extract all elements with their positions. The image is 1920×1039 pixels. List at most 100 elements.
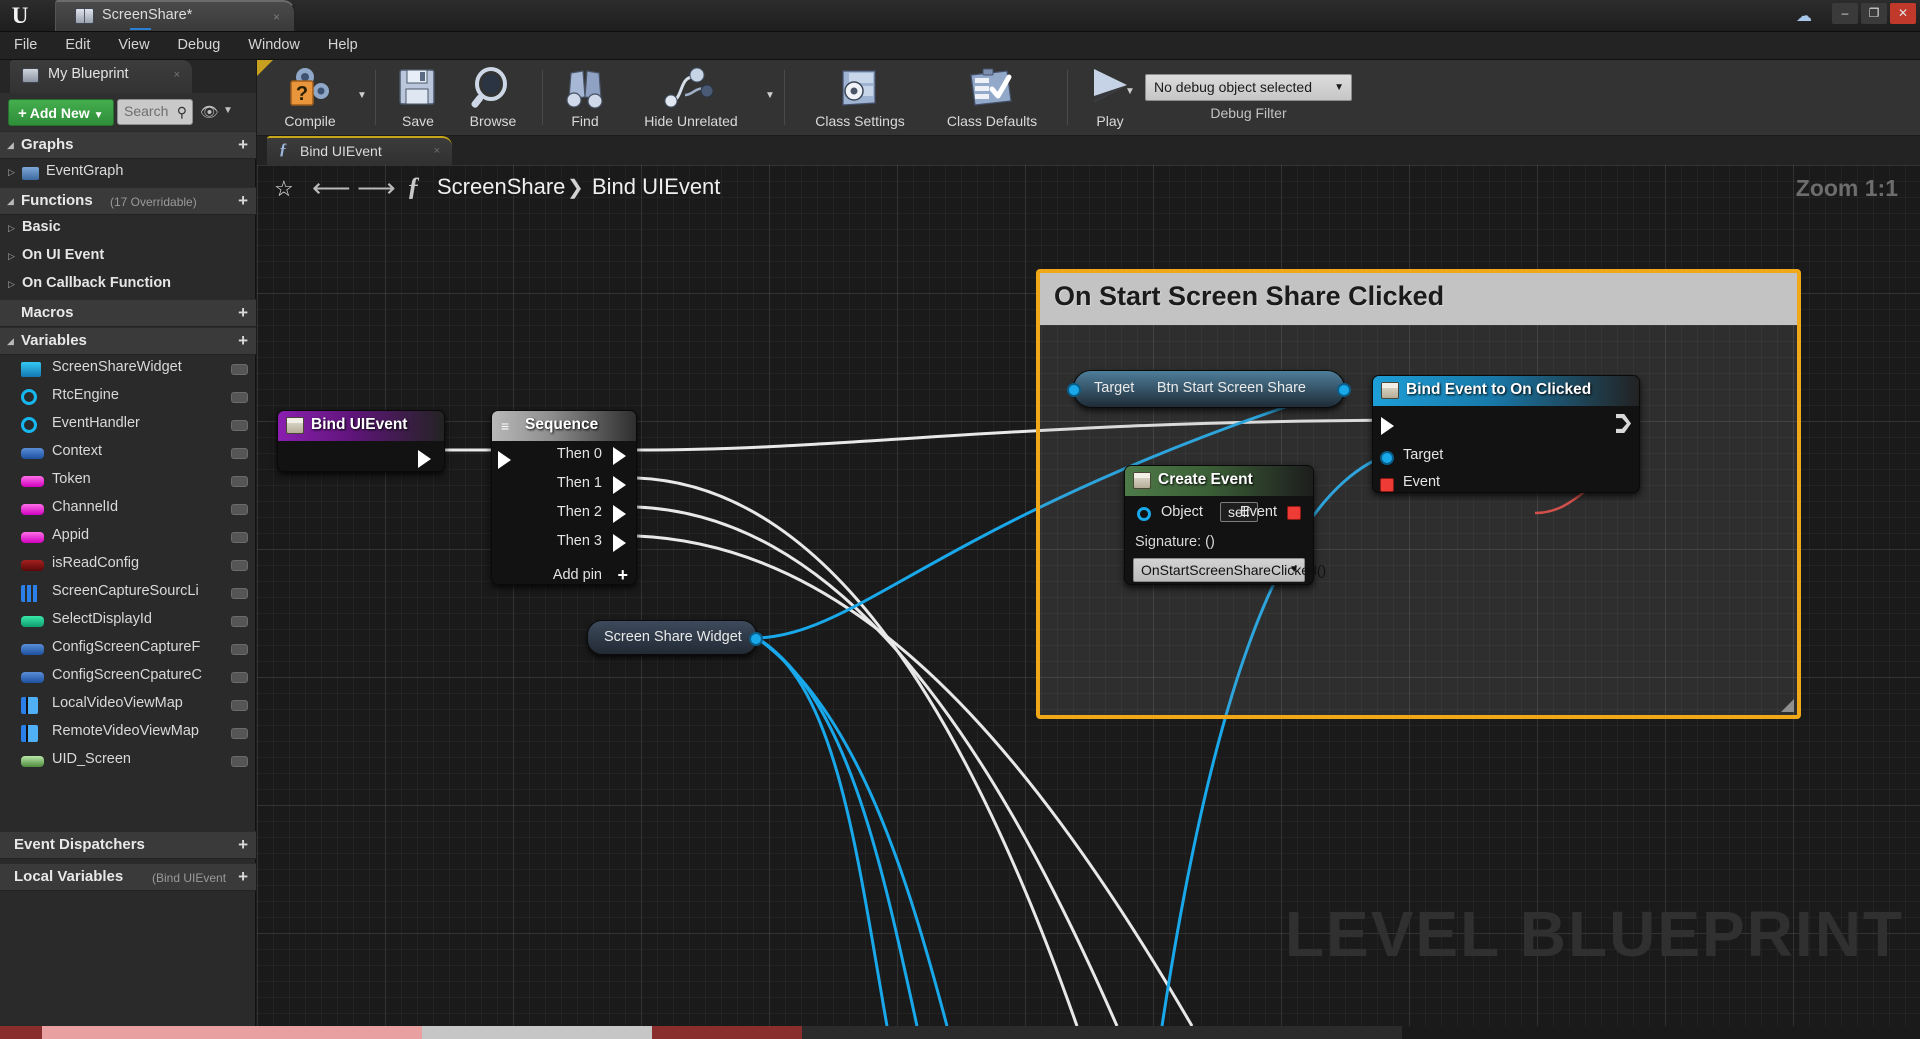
input-exec-pin[interactable] [498,451,511,469]
save-button[interactable]: Save [385,62,451,134]
search-input[interactable]: Search ⚲ [117,99,193,125]
variable-row-appid[interactable]: Appid [0,523,256,551]
add-pin-label[interactable]: Add pin [553,567,602,583]
output-exec-pin-then-3[interactable] [613,534,626,552]
section-header-event-dispatchers[interactable]: Event Dispatchers + [0,831,256,859]
output-exec-pin[interactable] [418,450,431,468]
variable-row-localvideoviewmap[interactable]: LocalVideoViewMap [0,691,256,719]
output-exec-pin[interactable] [1616,414,1631,433]
input-target-pin[interactable] [1380,451,1394,465]
section-header-variables[interactable]: ◢ Variables + [0,327,256,355]
add-local-variable-button[interactable]: + [238,867,248,887]
collapse-arrow-icon[interactable]: ◢ [7,336,14,347]
class-defaults-button[interactable]: Class Defaults [927,62,1057,134]
collapse-arrow-icon[interactable]: ◢ [7,196,14,207]
node-header[interactable]: Bind Event to On Clicked [1373,376,1639,406]
variable-row-rtcengine[interactable]: RtcEngine [0,383,256,411]
input-object-pin[interactable] [1137,507,1151,521]
node-header[interactable]: Bind UIEvent [278,411,444,441]
menu-item-window[interactable]: Window [234,32,314,58]
menu-item-view[interactable]: View [104,32,163,58]
browse-button[interactable]: Browse [453,62,533,134]
menu-item-edit[interactable]: Edit [51,32,104,58]
maximize-button[interactable]: ❐ [1861,3,1887,24]
variable-row-token[interactable]: Token [0,467,256,495]
close-icon[interactable]: × [174,69,180,81]
tree-item-basic[interactable]: ▷ Basic [0,215,256,243]
node-header[interactable]: Create Event [1125,466,1313,496]
arrow-right-icon[interactable]: ⟶ [357,173,396,204]
cloud-icon[interactable]: ☁ [1796,6,1812,26]
node-btn-start-screen-share[interactable]: Target Btn Start Screen Share [1067,370,1351,408]
star-icon[interactable]: ☆ [274,176,294,202]
variable-row-isreadconfig[interactable]: isReadConfig [0,551,256,579]
visibility-toggle[interactable] [231,448,248,459]
output-object-pin[interactable] [1337,383,1351,397]
visibility-toggle[interactable] [231,560,248,571]
menu-item-help[interactable]: Help [314,32,372,58]
output-event-pin[interactable] [1287,506,1301,520]
node-screen-share-widget[interactable]: Screen Share Widget [587,620,763,655]
node-create-event[interactable]: Create Event Object self Event Signature… [1124,465,1326,585]
tree-item-eventgraph[interactable]: ▷ EventGraph [0,159,256,187]
add-new-button[interactable]: + Add New ▼ [8,99,114,126]
expand-arrow-icon[interactable]: ▷ [8,251,15,262]
collapse-arrow-icon[interactable]: ◢ [7,140,14,151]
output-exec-pin-then-0[interactable] [613,447,626,465]
output-object-pin[interactable] [749,632,763,646]
variable-row-eventhandler[interactable]: EventHandler [0,411,256,439]
variable-row-screencapturesourclist[interactable]: ScreenCaptureSourcLi [0,579,256,607]
visibility-toggle[interactable] [231,728,248,739]
chevron-down-icon[interactable]: ▼ [765,90,775,101]
tab-my-blueprint[interactable]: My Blueprint × [10,60,192,93]
visibility-toggle[interactable] [231,644,248,655]
output-exec-pin-then-2[interactable] [613,505,626,523]
tab-bind-uievent[interactable]: ƒ Bind UIEvent × [267,136,452,165]
output-exec-pin-then-1[interactable] [613,476,626,494]
visibility-toggle[interactable] [231,392,248,403]
comment-node-header[interactable]: On Start Screen Share Clicked [1040,273,1797,325]
section-header-macros[interactable]: Macros + [0,299,256,327]
variable-row-uid-screen[interactable]: UID_Screen [0,747,256,775]
visibility-toggle[interactable] [231,420,248,431]
add-macro-button[interactable]: + [238,303,248,323]
node-sequence[interactable]: ≡ Sequence Then 0 Then 1 Then 2 Then 3 A… [491,410,637,585]
compile-button[interactable]: ? Compile [265,62,355,134]
visibility-toggle[interactable] [231,364,248,375]
variable-row-channelid[interactable]: ChannelId [0,495,256,523]
tree-item-on-ui-event[interactable]: ▷ On UI Event [0,243,256,271]
visibility-toggle[interactable] [231,532,248,543]
add-variable-button[interactable]: + [238,331,248,351]
blueprint-graph-canvas[interactable]: ☆ ⟵ ⟶ ƒ ScreenShare ❯ Bind UIEvent Zoom … [257,165,1920,1026]
input-exec-pin[interactable] [1381,417,1394,435]
node-bind-event-to-on-clicked[interactable]: Bind Event to On Clicked Target Event [1372,375,1640,493]
find-button[interactable]: Find [553,62,617,134]
arrow-left-icon[interactable]: ⟵ [312,173,351,204]
node-header[interactable]: ≡ Sequence [492,411,636,441]
close-icon[interactable]: × [273,10,280,24]
play-button[interactable]: Play [1077,62,1143,134]
section-header-graphs[interactable]: ◢ Graphs + [0,131,256,159]
visibility-toggle[interactable] [231,504,248,515]
menu-item-file[interactable]: File [0,32,51,58]
expand-arrow-icon[interactable]: ▷ [8,223,15,234]
variable-row-configscreencapturef[interactable]: ConfigScreenCaptureF [0,635,256,663]
visibility-toggle[interactable] [231,476,248,487]
variable-row-screensharewidget[interactable]: ScreenShareWidget [0,355,256,383]
expand-arrow-icon[interactable]: ▷ [8,279,15,290]
variable-row-remotevideoviewmap[interactable]: RemoteVideoViewMap [0,719,256,747]
close-icon[interactable]: × [434,145,440,157]
input-event-pin[interactable] [1380,478,1394,492]
tree-item-on-callback-function[interactable]: ▷ On Callback Function [0,271,256,299]
chevron-down-icon[interactable]: ▼ [357,90,367,101]
input-target-pin[interactable] [1067,383,1081,397]
visibility-toggle[interactable] [231,616,248,627]
add-graph-button[interactable]: + [238,135,248,155]
document-tab-screenshare[interactable]: ScreenShare* × [55,0,295,31]
hide-unrelated-button[interactable]: Hide Unrelated [621,62,761,134]
node-bind-uievent[interactable]: Bind UIEvent [277,410,445,472]
variable-row-configscreencpaturec[interactable]: ConfigScreenCpatureC [0,663,256,691]
chevron-down-icon[interactable]: ▼ [1125,86,1135,97]
class-settings-button[interactable]: Class Settings [795,62,925,134]
section-header-local-variables[interactable]: Local Variables (Bind UIEvent + [0,863,256,891]
